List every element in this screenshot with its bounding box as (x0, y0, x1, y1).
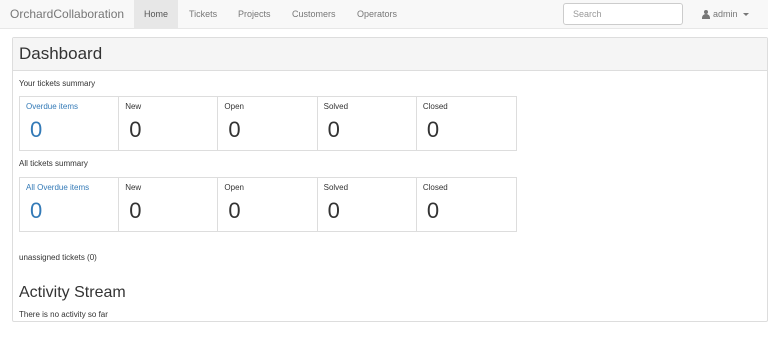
chevron-down-icon (742, 13, 749, 16)
summary-card-new: New 0 (119, 178, 219, 231)
search-input[interactable] (563, 3, 683, 25)
top-navbar: OrchardCollaboration Home Tickets Projec… (0, 0, 768, 29)
summary-card-closed: Closed 0 (417, 178, 516, 231)
activity-empty-message: There is no activity so far (19, 310, 108, 319)
your-summary-label: Your tickets summary (19, 79, 96, 88)
card-value: 0 (327, 198, 340, 223)
nav-customers[interactable]: Customers (282, 0, 346, 29)
card-value: 0 (129, 198, 142, 223)
summary-card-overdue[interactable]: Overdue items 0 (20, 97, 120, 150)
unassigned-tickets-link[interactable]: unassigned tickets (0) (19, 253, 97, 262)
card-label: Solved (323, 183, 349, 192)
your-summary-cards: Overdue items 0 New 0 Open 0 Solved 0 Cl… (19, 96, 517, 151)
card-value: 0 (426, 117, 440, 142)
nav-tickets[interactable]: Tickets (179, 0, 227, 29)
card-label: New (125, 102, 142, 111)
card-label: Open (224, 102, 244, 111)
user-name: admin (713, 9, 738, 19)
card-label[interactable]: All Overdue items (26, 183, 89, 192)
summary-card-closed: Closed 0 (417, 97, 516, 150)
brand-link[interactable]: OrchardCollaboration (10, 7, 124, 21)
card-value: 0 (426, 198, 440, 223)
card-value: 0 (327, 117, 340, 142)
card-value[interactable]: 0 (30, 117, 42, 143)
card-value: 0 (129, 117, 142, 142)
card-label[interactable]: Overdue items (26, 102, 78, 111)
panel-heading: Dashboard (13, 38, 767, 71)
dashboard-panel: Dashboard Your tickets summary Overdue i… (12, 37, 768, 322)
card-value: 0 (228, 198, 241, 223)
card-label: Closed (422, 183, 448, 192)
page-title: Dashboard (19, 44, 103, 63)
card-label: Solved (323, 102, 349, 111)
nav-projects[interactable]: Projects (228, 0, 281, 29)
card-label: New (125, 183, 142, 192)
summary-card-all-overdue[interactable]: All Overdue items 0 (20, 178, 120, 231)
card-value: 0 (228, 117, 241, 142)
all-summary-cards: All Overdue items 0 New 0 Open 0 Solved … (19, 177, 517, 232)
summary-card-open: Open 0 (218, 97, 318, 150)
user-menu[interactable]: admin (702, 0, 749, 29)
summary-card-open: Open 0 (218, 178, 318, 231)
user-icon (702, 10, 710, 19)
card-value[interactable]: 0 (30, 198, 42, 224)
summary-card-solved: Solved 0 (318, 97, 417, 150)
activity-stream-title: Activity Stream (19, 284, 126, 301)
nav-operators[interactable]: Operators (347, 0, 407, 29)
card-label: Closed (422, 102, 448, 111)
nav-home[interactable]: Home (134, 0, 179, 29)
summary-card-solved: Solved 0 (318, 178, 417, 231)
summary-card-new: New 0 (119, 97, 219, 150)
card-label: Open (224, 183, 244, 192)
all-summary-label: All tickets summary (19, 159, 88, 168)
